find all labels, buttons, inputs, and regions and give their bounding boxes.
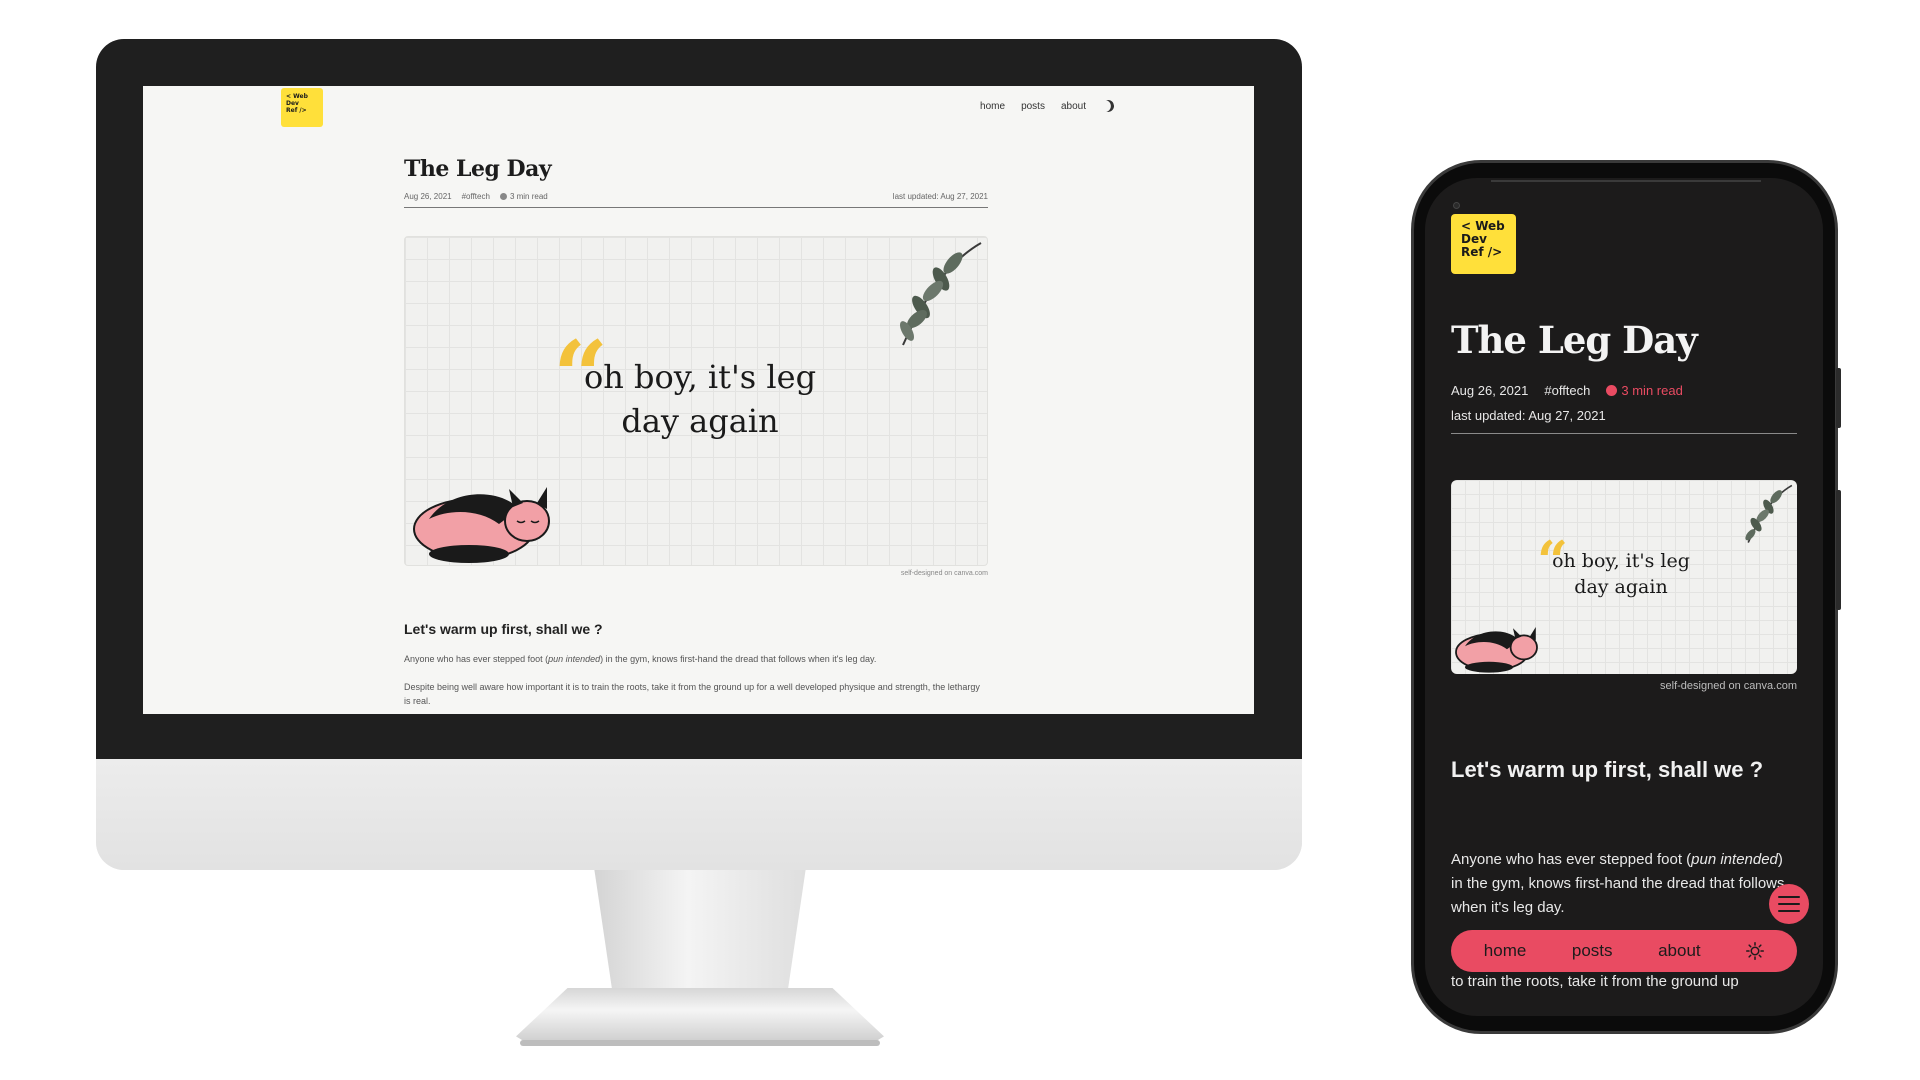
- post-title: The Leg Day: [404, 156, 552, 182]
- mobile-post-meta: Aug 26, 2021 #offtech 3 min read: [1451, 383, 1683, 398]
- sleeping-cat-illustration: [1455, 627, 1538, 673]
- leaf-branch-icon: [1745, 484, 1793, 543]
- mobile-post-tag[interactable]: #offtech: [1544, 383, 1590, 398]
- monitor-stand-base: [516, 988, 884, 1043]
- desktop-nav: home posts about: [980, 100, 1114, 112]
- mobile-nav-link-home[interactable]: home: [1484, 941, 1527, 961]
- paragraph-2: Despite being well aware how important i…: [404, 682, 980, 706]
- clock-dot-icon: [1606, 385, 1618, 396]
- mobile-read-time-label: 3 min read: [1621, 383, 1683, 398]
- phone-side-button: [1836, 368, 1841, 428]
- logo-text-line1: < Web: [286, 93, 308, 100]
- mobile-section-heading: Let's warm up first, shall we ?: [1451, 757, 1764, 782]
- nav-link-about[interactable]: about: [1061, 101, 1086, 112]
- site-logo[interactable]: < Web Dev Ref />: [281, 88, 323, 127]
- hero-image: “ oh boy, it's leg day again: [404, 236, 988, 566]
- hamburger-line: [1778, 896, 1800, 898]
- hero-caption: self-designed on canva.com: [900, 570, 988, 577]
- monitor-stand-neck: [594, 870, 806, 1000]
- hero-quote-line1: oh boy, it's leg: [583, 358, 817, 396]
- hamburger-line: [1778, 910, 1800, 912]
- post-date: Aug 26, 2021: [404, 192, 452, 201]
- section-heading: Let's warm up first, shall we ?: [404, 621, 603, 637]
- hero-quote-line2: day again: [621, 402, 779, 440]
- mobile-read-time: 3 min read: [1606, 383, 1683, 398]
- logo-text-line3: Ref />: [286, 107, 307, 114]
- mobile-post-date: Aug 26, 2021: [1451, 383, 1529, 398]
- mobile-site-logo[interactable]: < Web Dev Ref />: [1451, 214, 1516, 274]
- mobile-hero-quote-line1: oh boy, it's leg: [1552, 550, 1690, 572]
- moon-icon[interactable]: [1100, 98, 1115, 113]
- leaf-branch-icon: [900, 242, 982, 346]
- phone-speaker: [1491, 180, 1761, 182]
- mobile-paragraph-2-cut: to train the roots, take it from the gro…: [1451, 973, 1739, 990]
- mobile-nav-link-posts[interactable]: posts: [1572, 941, 1613, 961]
- read-time: 3 min read: [499, 192, 548, 201]
- mobile-hero-caption: self-designed on canva.com: [1660, 680, 1797, 692]
- mobile-bottom-nav: home posts about: [1451, 930, 1797, 972]
- clock-dot-icon: [499, 193, 507, 201]
- hero-quote: oh boy, it's leg day again: [535, 355, 865, 443]
- mobile-nav-link-about[interactable]: about: [1658, 941, 1701, 961]
- post-meta: Aug 26, 2021 #offtech 3 min read last up…: [404, 192, 988, 201]
- paragraph-1: Anyone who has ever stepped foot (pun in…: [404, 652, 988, 666]
- last-updated: last updated: Aug 27, 2021: [892, 192, 988, 201]
- mobile-screen: < Web Dev Ref /> The Leg Day Aug 26, 202…: [1425, 178, 1823, 1016]
- logo-text-line2: Dev: [286, 100, 299, 107]
- desktop-monitor: < Web Dev Ref /> home posts about The Le…: [96, 39, 1302, 870]
- paragraph-1-part-b: ) in the gym, knows first-hand the dread…: [600, 654, 877, 664]
- mobile-meta-divider: [1451, 433, 1797, 434]
- mobile-logo-text-line3: Ref />: [1461, 245, 1503, 259]
- nav-link-posts[interactable]: posts: [1021, 101, 1045, 112]
- mobile-paragraph-1: Anyone who has ever stepped foot (pun in…: [1451, 848, 1797, 920]
- post-tag[interactable]: #offtech: [462, 192, 490, 201]
- paragraph-1-emphasis: pun intended: [548, 654, 601, 664]
- sleeping-cat-illustration: [413, 487, 550, 563]
- nav-link-home[interactable]: home: [980, 101, 1005, 112]
- mobile-paragraph-1-emphasis: pun intended: [1691, 851, 1778, 868]
- monitor-stand-shadow: [520, 1040, 880, 1046]
- monitor-chin: [96, 759, 1302, 870]
- mobile-post-title: The Leg Day: [1451, 318, 1698, 362]
- phone-volume-button: [1836, 490, 1841, 610]
- paragraph-1-part-a: Anyone who has ever stepped foot (: [404, 654, 549, 664]
- hamburger-line: [1778, 903, 1800, 905]
- mobile-last-updated: last updated: Aug 27, 2021: [1451, 408, 1606, 423]
- meta-divider: [404, 207, 988, 208]
- sun-icon[interactable]: [1746, 942, 1765, 960]
- mobile-hero-quote: oh boy, it's leg day again: [1521, 548, 1721, 600]
- mobile-paragraph-1-part-a: Anyone who has ever stepped foot (: [1451, 851, 1692, 868]
- hamburger-menu-icon[interactable]: [1769, 884, 1809, 924]
- mobile-hero-image: “ oh boy, it's leg day again: [1451, 480, 1797, 674]
- read-time-label: 3 min read: [509, 192, 548, 201]
- mobile-hero-quote-line2: day again: [1574, 576, 1668, 598]
- desktop-screen: < Web Dev Ref /> home posts about The Le…: [143, 86, 1254, 714]
- phone-camera: [1453, 202, 1460, 209]
